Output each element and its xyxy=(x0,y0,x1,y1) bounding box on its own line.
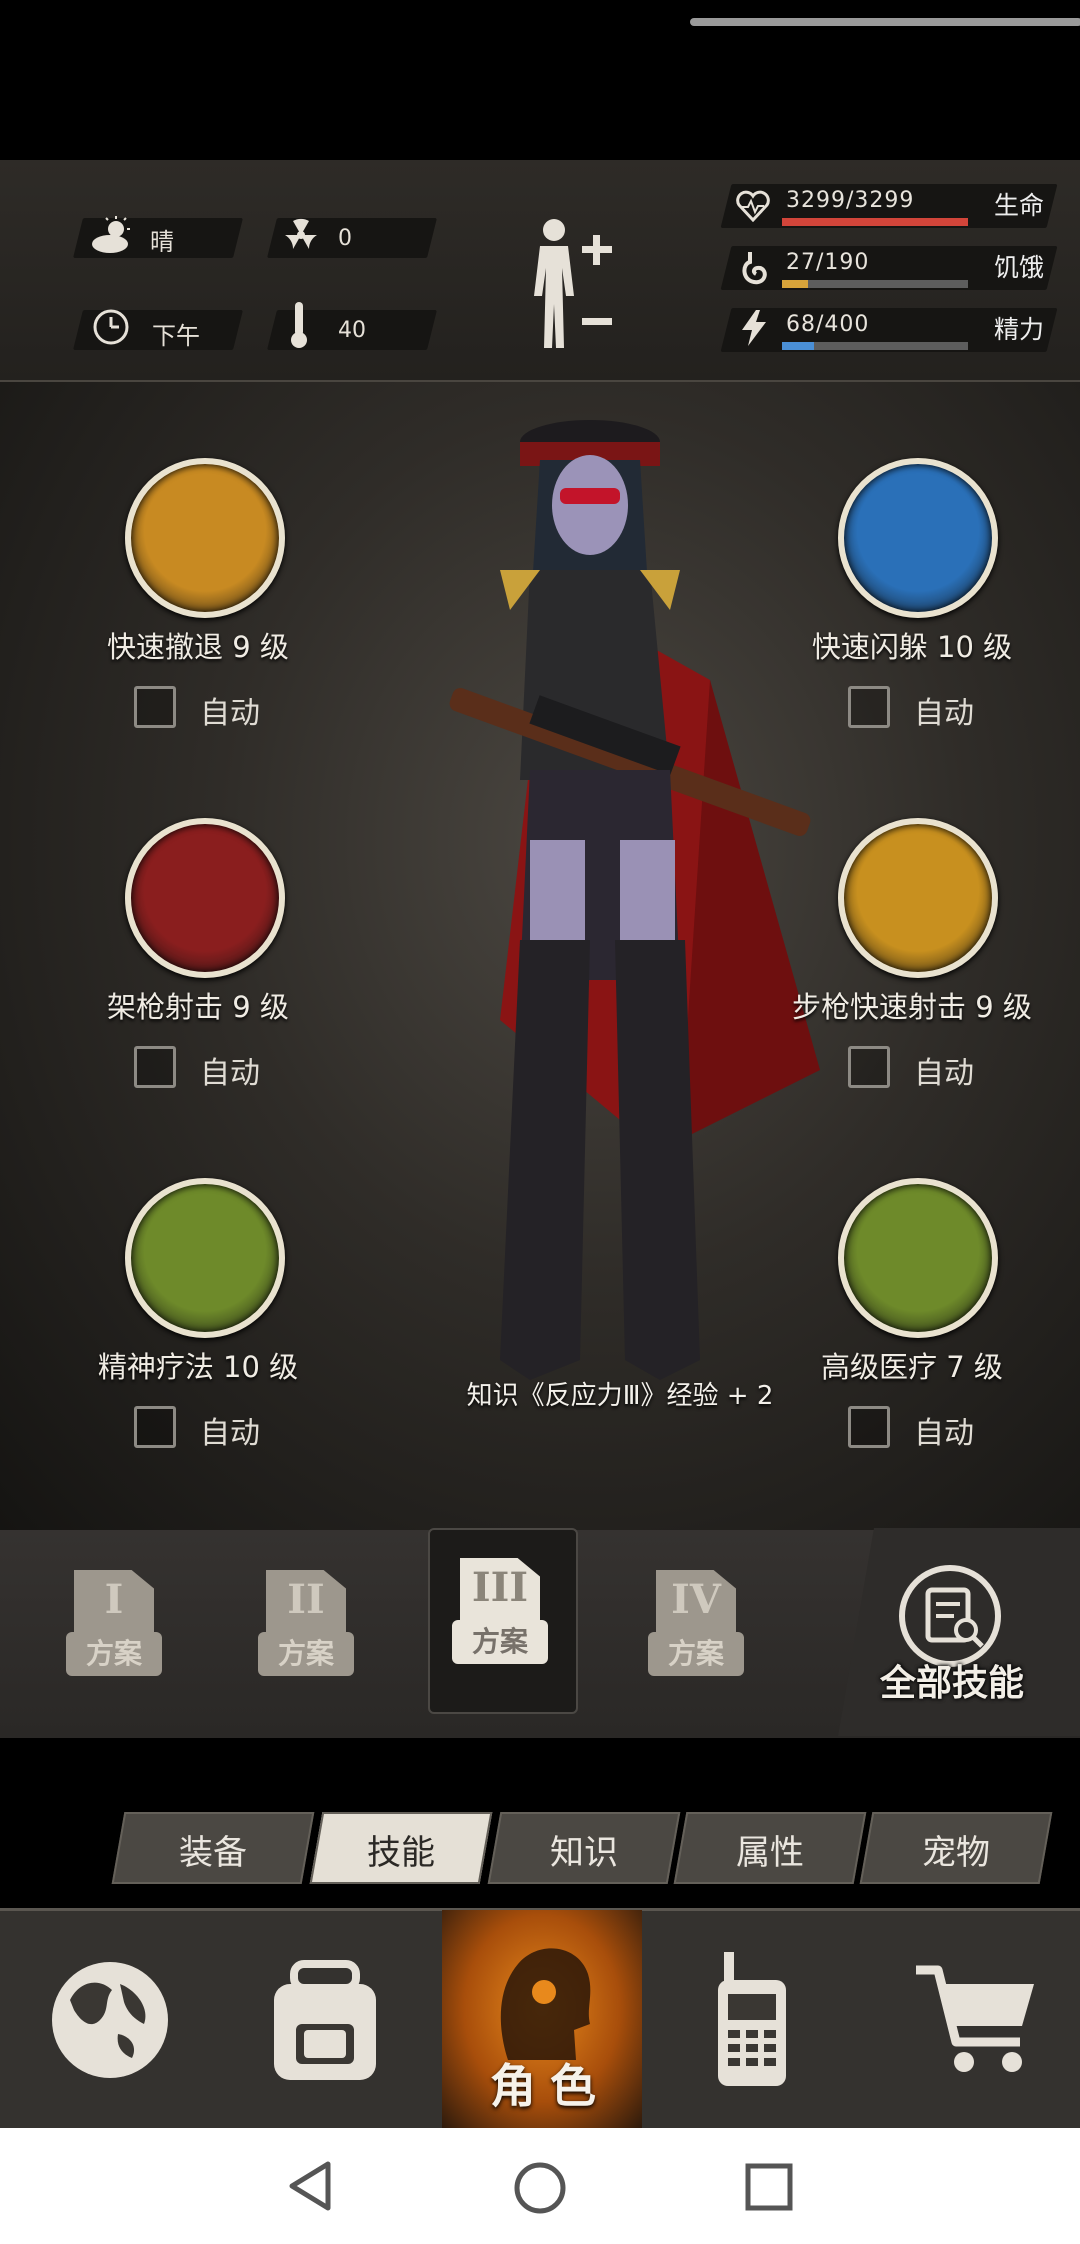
energy-bar-fill xyxy=(782,342,814,350)
hunger-bar-fill xyxy=(782,280,808,288)
skill-quick-dodge-icon[interactable] xyxy=(838,458,998,618)
skill-mental-therapy-auto-label: 自动 xyxy=(200,1416,260,1451)
skill-mental-therapy-icon[interactable] xyxy=(125,1178,285,1338)
tab-equipment-label: 装备 xyxy=(179,1833,247,1873)
radiation-icon xyxy=(285,218,317,249)
skill-quick-dodge-auto-label: 自动 xyxy=(914,696,974,731)
weather-value: 晴 xyxy=(150,228,174,256)
skill-mental-therapy-auto-checkbox[interactable] xyxy=(134,1406,176,1448)
tab-attributes-label: 属性 xyxy=(736,1833,804,1873)
scheme-4-numeral: IV xyxy=(671,1576,721,1623)
scheme-3-label: 方案 xyxy=(452,1620,548,1664)
health-value: 3299/3299 xyxy=(786,188,915,213)
skill-mounted-shot-icon[interactable] xyxy=(125,818,285,978)
heart-icon xyxy=(736,190,770,222)
clock-icon xyxy=(93,309,129,345)
skill-rifle-rapid-fire-auto-label: 自动 xyxy=(914,1056,974,1091)
hunger-bar xyxy=(782,280,968,288)
skill-advanced-medical-auto-checkbox[interactable] xyxy=(848,1406,890,1448)
tab-pets-label: 宠物 xyxy=(922,1833,990,1873)
skill-fast-retreat-icon[interactable] xyxy=(125,458,285,618)
character-portrait xyxy=(449,420,820,1380)
hunger-label: 饥饿 xyxy=(994,253,1045,282)
scheme-1-numeral: I xyxy=(104,1576,124,1623)
scheme-3-numeral: III xyxy=(471,1564,529,1611)
knowledge-xp-notice: 知识《反应力Ⅲ》经验 + 2 xyxy=(466,1381,774,1411)
status-bar-indicator xyxy=(690,18,1080,26)
skill-rifle-rapid-fire-auto-checkbox[interactable] xyxy=(848,1046,890,1088)
body-condition-button[interactable] xyxy=(522,216,622,356)
all-skills-label: 全部技能 xyxy=(880,1663,1025,1704)
weather-sun-cloud-icon xyxy=(92,216,130,253)
skill-quick-dodge-name: 快速闪躲 10 级 xyxy=(811,630,1013,664)
health-label: 生命 xyxy=(994,191,1045,220)
time-value: 下午 xyxy=(152,322,200,350)
recents-square-icon[interactable] xyxy=(744,2162,794,2212)
stomach-icon xyxy=(742,252,767,285)
energy-value: 68/400 xyxy=(786,312,870,337)
temperature-value: 40 xyxy=(338,318,366,343)
energy-label: 精力 xyxy=(994,315,1045,344)
skill-quick-dodge-auto-checkbox[interactable] xyxy=(848,686,890,728)
skill-rifle-rapid-fire-name: 步枪快速射击 9 级 xyxy=(792,990,1032,1024)
skill-mental-therapy-name: 精神疗法 10 级 xyxy=(97,1350,299,1384)
radiation-value: 0 xyxy=(338,226,352,251)
scheme-1-button[interactable]: I 方案 xyxy=(66,1570,162,1690)
skill-fast-retreat-auto-checkbox[interactable] xyxy=(134,686,176,728)
scheme-1-label: 方案 xyxy=(66,1632,162,1676)
thermometer-icon xyxy=(291,302,307,348)
skill-mounted-shot-name: 架枪射击 9 级 xyxy=(107,990,289,1024)
skill-mounted-shot-auto-checkbox[interactable] xyxy=(134,1046,176,1088)
scheme-2-label: 方案 xyxy=(258,1632,354,1676)
home-circle-icon[interactable] xyxy=(512,2160,568,2216)
scheme-4-label: 方案 xyxy=(648,1632,744,1676)
tab-knowledge-label: 知识 xyxy=(550,1833,618,1873)
energy-bolt-icon xyxy=(742,310,766,346)
nav-character-label: 角色 xyxy=(490,2059,610,2113)
skill-fast-retreat-name: 快速撤退 9 级 xyxy=(107,630,289,664)
scheme-3-button[interactable]: III 方案 xyxy=(452,1558,548,1678)
skill-mounted-shot-auto-label: 自动 xyxy=(200,1056,260,1091)
scheme-2-button[interactable]: II 方案 xyxy=(258,1570,354,1690)
skill-rifle-rapid-fire-icon[interactable] xyxy=(838,818,998,978)
skill-fast-retreat-auto-label: 自动 xyxy=(200,696,260,731)
health-bar-fill xyxy=(782,218,968,226)
tab-skills-label: 技能 xyxy=(367,1833,435,1873)
scheme-2-numeral: II xyxy=(287,1576,325,1623)
character-head-icon xyxy=(500,1948,591,2060)
scheme-4-button[interactable]: IV 方案 xyxy=(648,1570,744,1690)
hunger-value: 27/190 xyxy=(786,250,870,275)
skill-magnifier-doc-icon xyxy=(899,1565,1001,1667)
skill-advanced-medical-icon[interactable] xyxy=(838,1178,998,1338)
skill-advanced-medical-auto-label: 自动 xyxy=(914,1416,974,1451)
back-triangle-icon[interactable] xyxy=(284,2158,336,2214)
